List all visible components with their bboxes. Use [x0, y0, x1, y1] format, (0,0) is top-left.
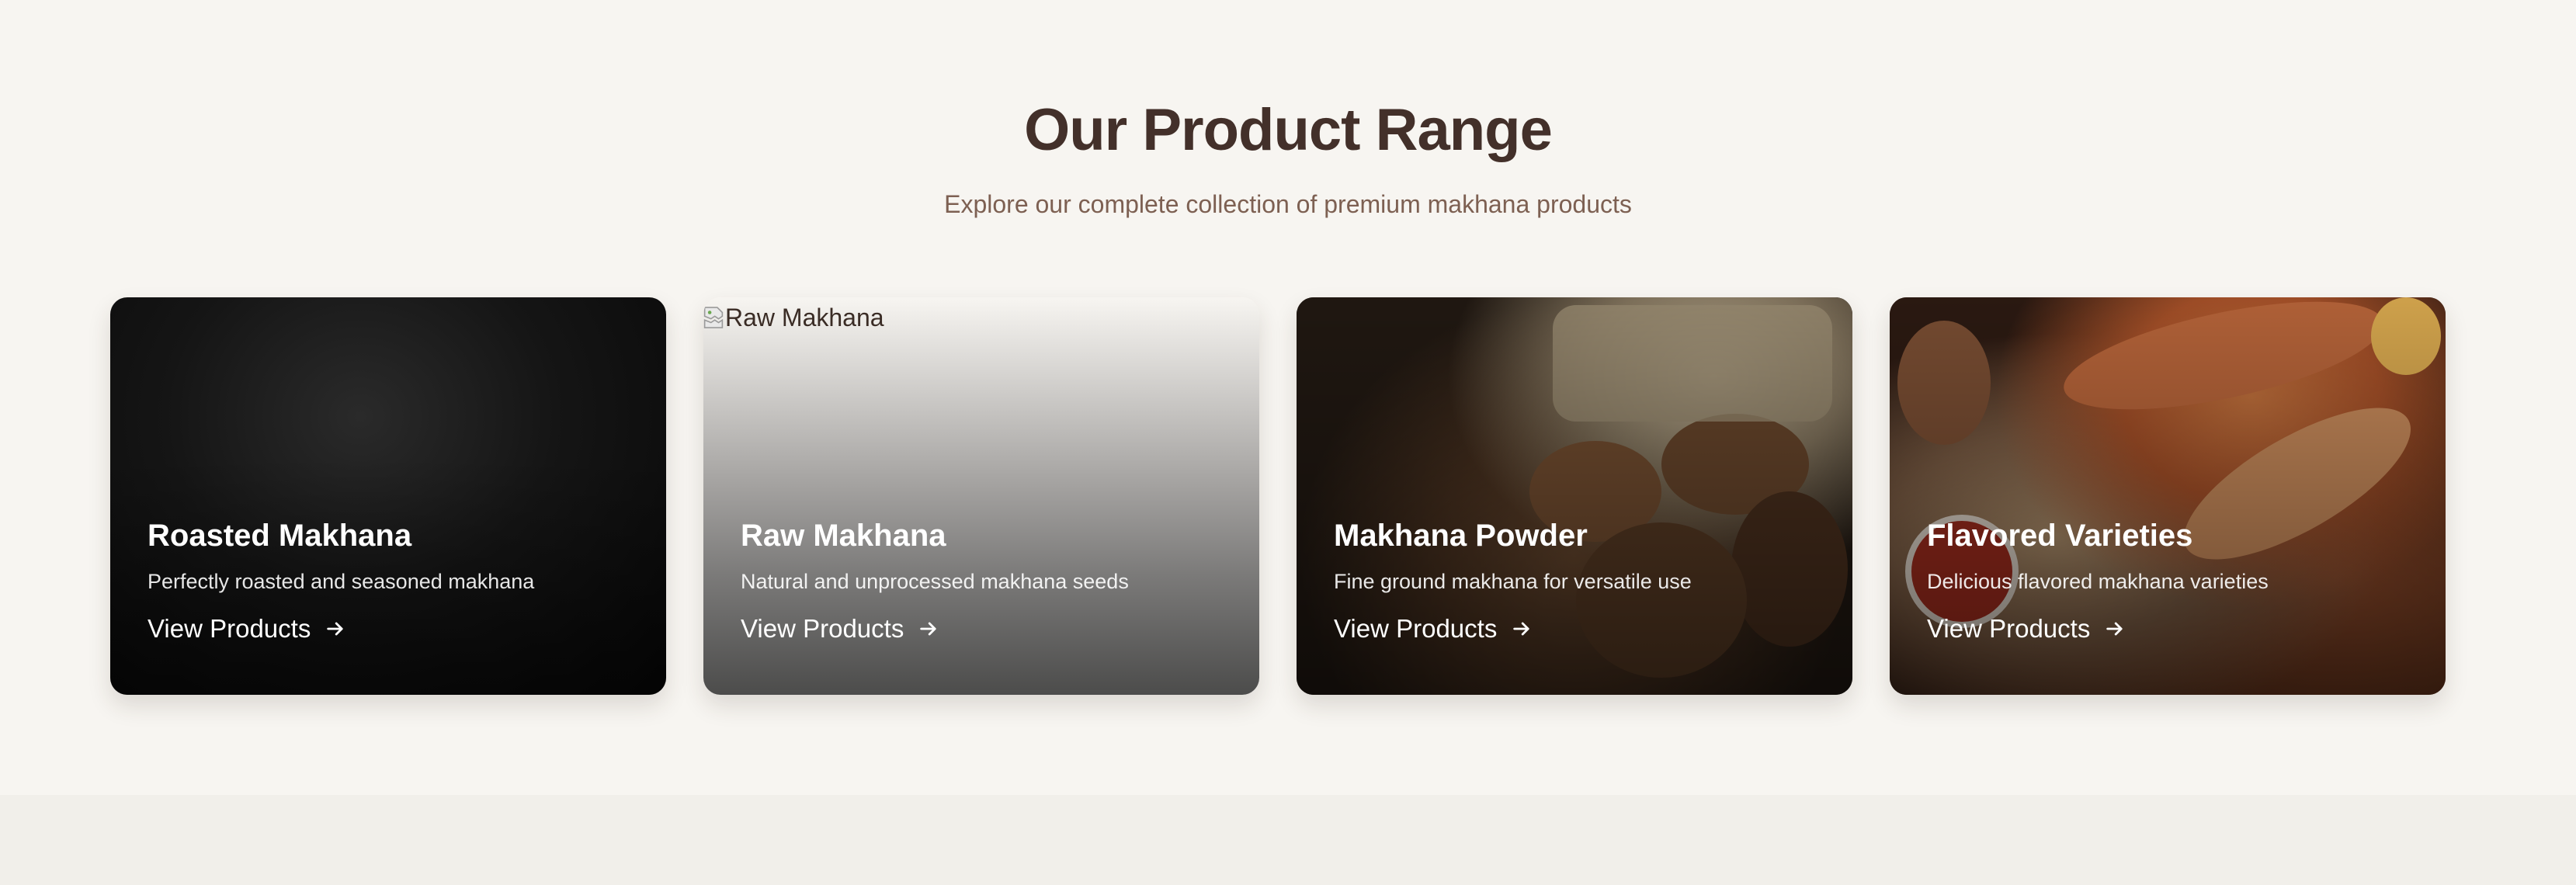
view-products-label: View Products	[148, 614, 311, 643]
card-description: Natural and unprocessed makhana seeds	[741, 570, 1129, 593]
view-products-label: View Products	[1927, 614, 2091, 643]
view-products-link[interactable]: View Products	[1334, 612, 1533, 646]
next-section-band	[0, 795, 2576, 885]
view-products-link[interactable]: View Products	[1927, 612, 2126, 646]
card-title: Flavored Varieties	[1927, 519, 2193, 553]
view-products-label: View Products	[741, 614, 904, 643]
broken-image-alt-text: Raw Makhana	[725, 304, 884, 331]
product-card-makhana-powder[interactable]: Makhana Powder Fine ground makhana for v…	[1297, 297, 1852, 695]
card-title: Roasted Makhana	[148, 519, 412, 553]
broken-image-icon	[703, 307, 724, 328]
product-range-section: Our Product Range Explore our complete c…	[0, 0, 2576, 795]
card-content: Flavored Varieties Delicious flavored ma…	[1927, 515, 2415, 646]
section-title: Our Product Range	[1024, 97, 1553, 163]
product-card-raw-makhana[interactable]: Raw Makhana Raw Makhana Natural and unpr…	[703, 297, 1259, 695]
card-content: Makhana Powder Fine ground makhana for v…	[1334, 515, 1821, 646]
arrow-right-icon	[2106, 622, 2123, 636]
view-products-link[interactable]: View Products	[148, 612, 346, 646]
card-content: Roasted Makhana Perfectly roasted and se…	[148, 515, 635, 646]
card-description: Fine ground makhana for versatile use	[1334, 570, 1692, 593]
product-card-flavored-varieties[interactable]: Flavored Varieties Delicious flavored ma…	[1890, 297, 2446, 695]
card-title: Raw Makhana	[741, 519, 946, 553]
product-card-roasted-makhana[interactable]: Roasted Makhana Perfectly roasted and se…	[110, 297, 666, 695]
card-title: Makhana Powder	[1334, 519, 1588, 553]
section-subtitle: Explore our complete collection of premi…	[944, 190, 1632, 218]
arrow-right-icon	[327, 622, 343, 636]
card-description: Delicious flavored makhana varieties	[1927, 570, 2269, 593]
card-content: Raw Makhana Natural and unprocessed makh…	[741, 515, 1228, 646]
arrow-right-icon	[1513, 622, 1529, 636]
view-products-link[interactable]: View Products	[741, 612, 939, 646]
view-products-label: View Products	[1334, 614, 1498, 643]
broken-image: Raw Makhana	[703, 302, 884, 333]
arrow-right-icon	[920, 622, 936, 636]
card-description: Perfectly roasted and seasoned makhana	[148, 570, 535, 593]
